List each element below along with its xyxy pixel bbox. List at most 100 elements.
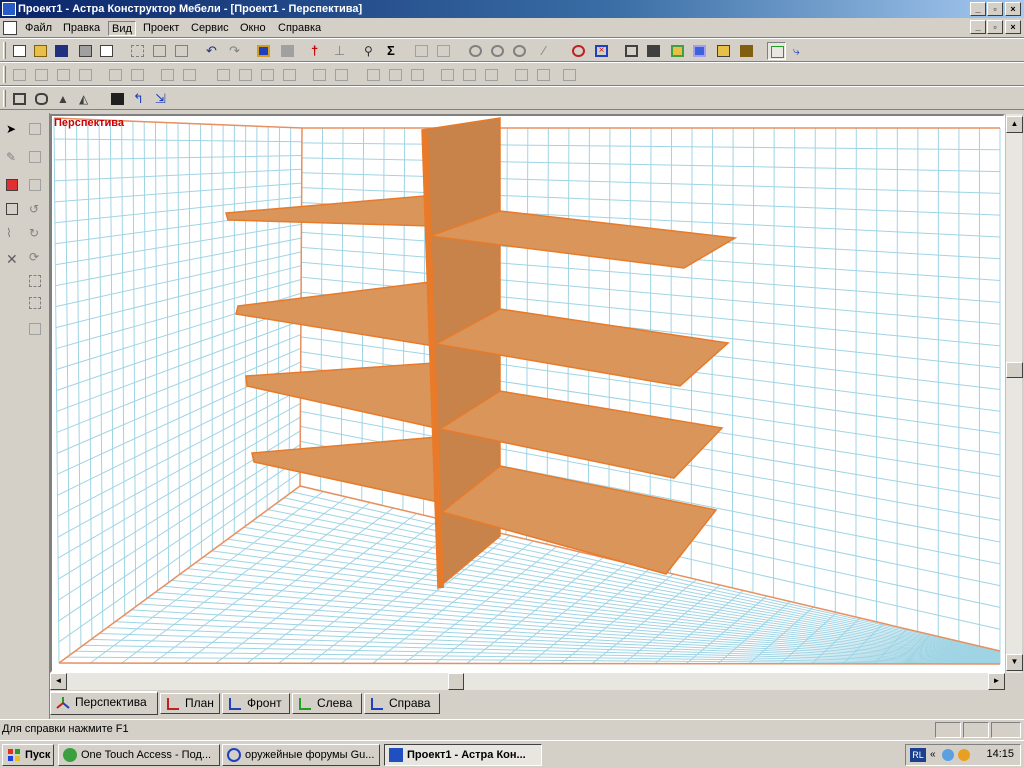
tab-front[interactable]: Фронт bbox=[222, 693, 290, 714]
align-button-6[interactable] bbox=[128, 66, 147, 84]
panel-gray-button[interactable] bbox=[278, 42, 297, 60]
align-button-8[interactable] bbox=[180, 66, 199, 84]
left-tool-6[interactable] bbox=[25, 175, 45, 195]
place-tool-button[interactable]: ⇲ bbox=[152, 90, 171, 108]
align-button-9[interactable] bbox=[214, 66, 233, 84]
measure-button[interactable]: ⁄ bbox=[540, 42, 559, 60]
security-icon[interactable] bbox=[958, 749, 970, 761]
house-button[interactable] bbox=[737, 42, 756, 60]
cone-primitive-button[interactable]: ▲ bbox=[54, 90, 73, 108]
copy-button[interactable] bbox=[150, 42, 169, 60]
toolbar-grip[interactable] bbox=[3, 66, 6, 83]
left-tool-12[interactable] bbox=[25, 271, 45, 291]
menu-help[interactable]: Справка bbox=[275, 21, 324, 36]
grid-snap-button[interactable] bbox=[569, 42, 588, 60]
new-file-button[interactable] bbox=[10, 42, 29, 60]
doc-minimize-button[interactable]: _ bbox=[970, 20, 986, 34]
connect-button[interactable]: ⤷ bbox=[790, 42, 809, 60]
menu-window[interactable]: Окно bbox=[237, 21, 269, 36]
view-color-button[interactable] bbox=[668, 42, 687, 60]
save-button[interactable] bbox=[52, 42, 71, 60]
dimensions-button[interactable] bbox=[767, 42, 786, 60]
tray-expand-icon[interactable]: « bbox=[930, 749, 936, 760]
size-button-6[interactable] bbox=[482, 66, 501, 84]
align-button-12[interactable] bbox=[280, 66, 299, 84]
pointer-tool-button[interactable]: ➤ bbox=[2, 119, 22, 139]
align-button-4[interactable] bbox=[76, 66, 95, 84]
align-button-5[interactable] bbox=[106, 66, 125, 84]
align-button-7[interactable] bbox=[158, 66, 177, 84]
menu-view[interactable]: Вид bbox=[108, 21, 136, 36]
task-button-astra[interactable]: Проект1 - Астра Кон... bbox=[384, 744, 542, 766]
scene-canvas[interactable] bbox=[52, 116, 1003, 671]
vertical-scroll-thumb[interactable] bbox=[1006, 362, 1023, 378]
toolbar-grip[interactable] bbox=[3, 42, 6, 59]
sum-button[interactable]: Σ bbox=[384, 42, 403, 60]
distribute-button-1[interactable] bbox=[310, 66, 329, 84]
cut-button[interactable] bbox=[128, 42, 147, 60]
size-button-2[interactable] bbox=[386, 66, 405, 84]
redo-button[interactable]: ↷ bbox=[226, 42, 245, 60]
task-button-browser[interactable]: оружейные форумы Gu... bbox=[222, 744, 380, 766]
connector-button[interactable]: ⊥ bbox=[331, 42, 350, 60]
menu-service[interactable]: Сервис bbox=[188, 21, 232, 36]
horizontal-scroll-thumb[interactable] bbox=[448, 673, 464, 690]
scroll-right-button[interactable]: ► bbox=[988, 673, 1005, 690]
open-file-button[interactable] bbox=[31, 42, 50, 60]
view-solid-button[interactable] bbox=[644, 42, 663, 60]
paste-button[interactable] bbox=[172, 42, 191, 60]
rotate-right-button[interactable]: ↻ bbox=[25, 223, 45, 243]
menu-file[interactable]: Файл bbox=[22, 21, 55, 36]
close-button[interactable]: × bbox=[1005, 2, 1021, 16]
restore-button[interactable]: ▫ bbox=[987, 2, 1003, 16]
tab-right[interactable]: Справа bbox=[364, 693, 440, 714]
align-button-2[interactable] bbox=[32, 66, 51, 84]
view-cube-button[interactable] bbox=[622, 42, 641, 60]
select-tool-button[interactable] bbox=[108, 90, 127, 108]
size-button-3[interactable] bbox=[408, 66, 427, 84]
align-button-1[interactable] bbox=[10, 66, 29, 84]
tab-plan[interactable]: План bbox=[160, 693, 220, 714]
zoom-fit-button[interactable] bbox=[510, 42, 529, 60]
left-tool-2[interactable] bbox=[25, 119, 45, 139]
undo-button[interactable]: ↶ bbox=[203, 42, 222, 60]
minimize-button[interactable]: _ bbox=[970, 2, 986, 16]
size-button-1[interactable] bbox=[364, 66, 383, 84]
left-tool-14[interactable] bbox=[25, 319, 45, 339]
horizontal-scrollbar[interactable]: ◄ ► bbox=[50, 673, 1005, 690]
rotate-tool-button[interactable]: ↰ bbox=[130, 90, 149, 108]
panel-button[interactable] bbox=[254, 42, 273, 60]
rect-tool-button[interactable] bbox=[2, 199, 22, 219]
scroll-up-button[interactable]: ▲ bbox=[1006, 116, 1023, 133]
view-blue-button[interactable] bbox=[690, 42, 709, 60]
vertical-scrollbar[interactable]: ▲ ▼ bbox=[1005, 114, 1023, 673]
box-primitive-button[interactable] bbox=[10, 90, 29, 108]
frame2-button[interactable] bbox=[434, 42, 453, 60]
space-button-1[interactable] bbox=[512, 66, 531, 84]
delete-tool-button[interactable]: ✕ bbox=[2, 249, 22, 269]
tab-left[interactable]: Слева bbox=[292, 693, 362, 714]
frame-button[interactable] bbox=[412, 42, 431, 60]
space-button-3[interactable] bbox=[560, 66, 579, 84]
pyramid-primitive-button[interactable]: ◭ bbox=[76, 90, 95, 108]
task-button-one-touch[interactable]: One Touch Access - Под... bbox=[58, 744, 220, 766]
align-button-3[interactable] bbox=[54, 66, 73, 84]
size-button-4[interactable] bbox=[438, 66, 457, 84]
language-indicator[interactable]: RL bbox=[910, 748, 926, 762]
menu-project[interactable]: Проект bbox=[140, 21, 182, 36]
title-bar[interactable]: Проект1 - Астра Конструктор Мебели - [Пр… bbox=[0, 0, 1024, 18]
doc-restore-button[interactable]: ▫ bbox=[987, 20, 1003, 34]
scroll-left-button[interactable]: ◄ bbox=[50, 673, 67, 690]
scroll-down-button[interactable]: ▼ bbox=[1006, 654, 1023, 671]
tab-perspective[interactable]: Перспектива bbox=[50, 691, 158, 715]
rotate-left-button[interactable]: ↺ bbox=[25, 199, 45, 219]
perspective-viewport[interactable]: Перспектива bbox=[50, 114, 1005, 673]
menu-edit[interactable]: Правка bbox=[60, 21, 103, 36]
space-button-2[interactable] bbox=[534, 66, 553, 84]
app-icon[interactable] bbox=[2, 2, 16, 16]
distribute-button-2[interactable] bbox=[332, 66, 351, 84]
hardware-view-button[interactable] bbox=[714, 42, 733, 60]
cylinder-primitive-button[interactable] bbox=[32, 90, 51, 108]
network-icon[interactable] bbox=[942, 749, 954, 761]
paint-tool-button[interactable]: ⌇ bbox=[2, 223, 22, 243]
